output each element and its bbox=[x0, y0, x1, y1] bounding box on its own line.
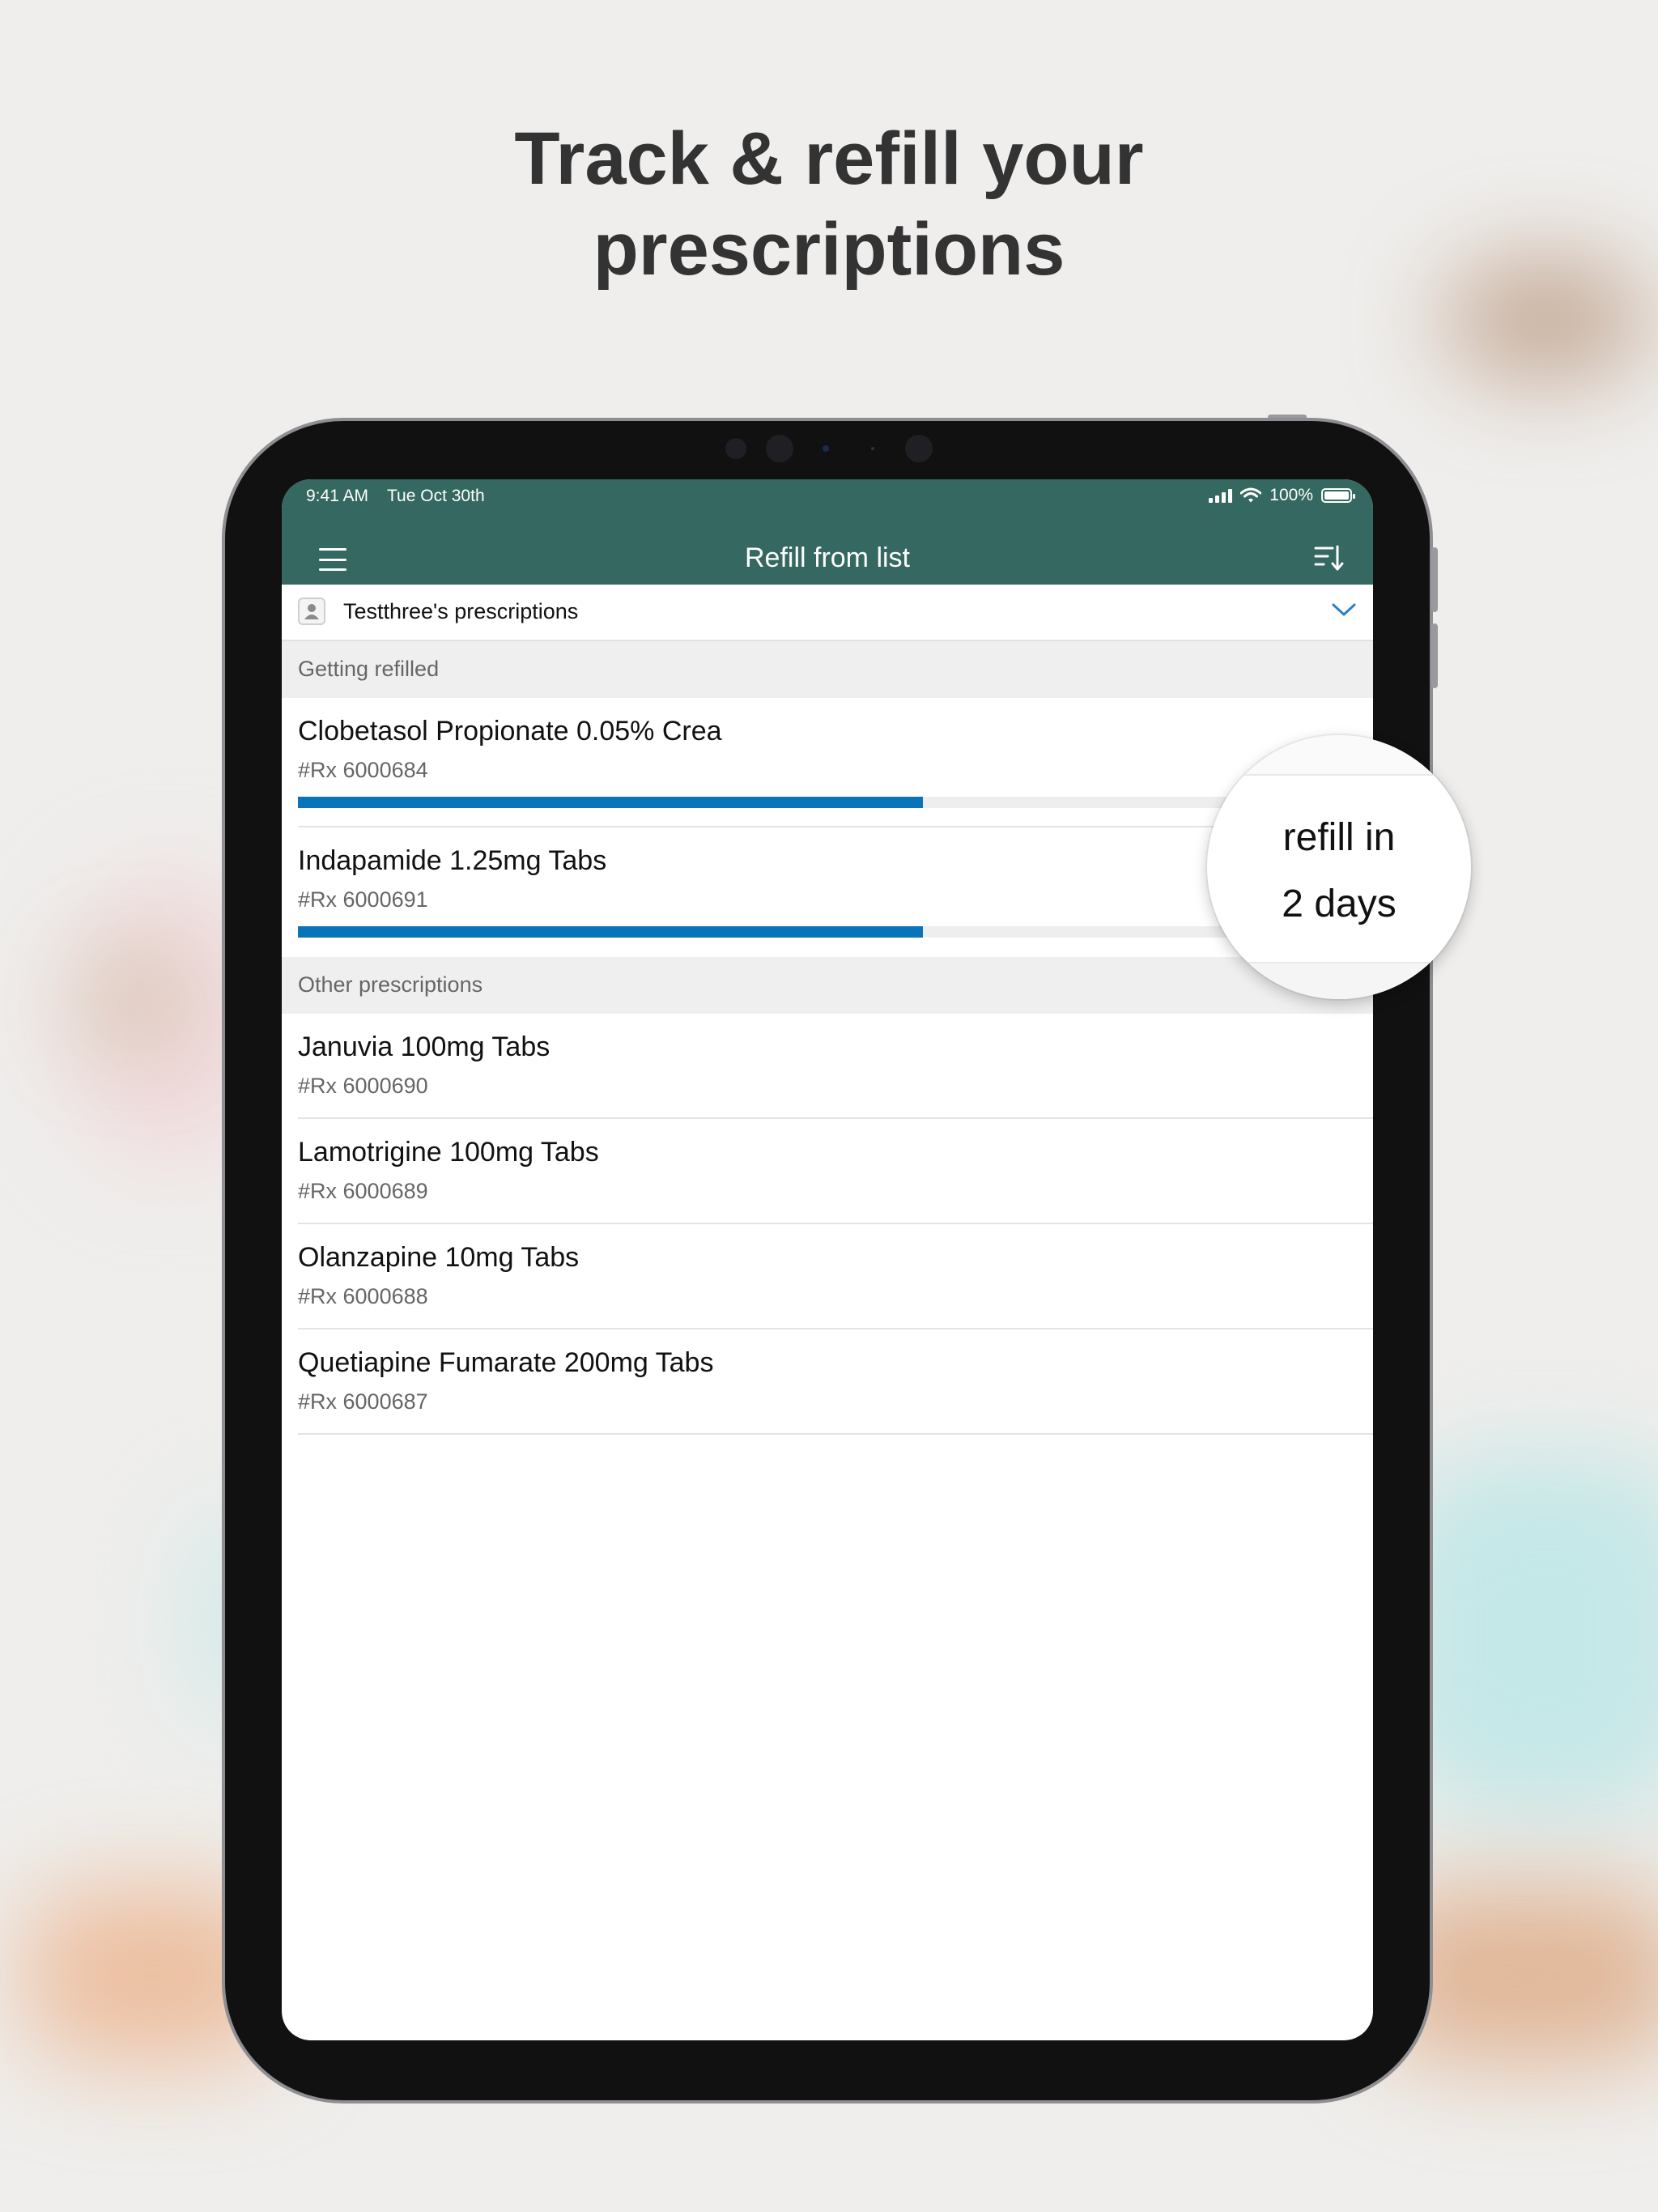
prescription-name: Clobetasol Propionate 0.05% Crea bbox=[298, 716, 722, 747]
prescription-name: Januvia 100mg Tabs bbox=[298, 1032, 551, 1062]
cellular-signal-icon bbox=[1209, 488, 1233, 503]
prescription-row[interactable]: Olanzapine 10mg Tabs #Rx 6000688 bbox=[282, 1224, 1373, 1329]
prescription-name: Quetiapine Fumarate 200mg Tabs bbox=[298, 1347, 714, 1378]
prescription-row[interactable]: Quetiapine Fumarate 200mg Tabs #Rx 60006… bbox=[282, 1329, 1373, 1435]
battery-icon bbox=[1321, 488, 1355, 503]
status-time: 9:41 AM bbox=[306, 487, 369, 505]
prescription-name: Olanzapine 10mg Tabs bbox=[298, 1242, 580, 1273]
callout-line-1: refill in bbox=[1282, 816, 1396, 859]
person-icon bbox=[298, 598, 325, 625]
camera-lens-icon bbox=[823, 445, 829, 452]
sort-icon[interactable] bbox=[1313, 542, 1344, 573]
prescription-number: #Rx 6000684 bbox=[298, 758, 428, 782]
headline-line-2: prescriptions bbox=[593, 208, 1065, 291]
section-header-getting-refilled: Getting refilled bbox=[282, 641, 1373, 698]
prescription-number: #Rx 6000690 bbox=[298, 1074, 428, 1098]
device-volume-down-button bbox=[1431, 623, 1438, 688]
device-volume-up-button bbox=[1431, 547, 1438, 612]
camera-sensor-icon bbox=[766, 435, 793, 462]
status-date: Tue Oct 30th bbox=[387, 487, 485, 505]
prescription-number: #Rx 6000689 bbox=[298, 1179, 428, 1203]
background-blur-olive bbox=[89, 963, 178, 1036]
wifi-icon bbox=[1240, 487, 1262, 503]
prescription-row[interactable]: Lamotrigine 100mg Tabs #Rx 6000689 bbox=[282, 1119, 1373, 1224]
tablet-screen: 9:41 AM Tue Oct 30th 100% Refill from li… bbox=[282, 479, 1373, 2040]
refill-progress-bar bbox=[298, 797, 1357, 808]
profile-selector[interactable]: Testthree's prescriptions bbox=[282, 585, 1373, 641]
row-divider bbox=[298, 1433, 1373, 1435]
prescription-number: #Rx 6000691 bbox=[298, 887, 428, 912]
refill-progress-fill bbox=[298, 926, 923, 938]
callout-line-2: 2 days bbox=[1282, 883, 1397, 925]
camera-sensor-icon bbox=[725, 438, 746, 459]
chevron-down-icon[interactable] bbox=[1331, 601, 1357, 619]
marketing-headline: Track & refill your prescriptions bbox=[0, 113, 1658, 295]
refill-countdown-text: refill in 2 days bbox=[1207, 805, 1471, 938]
battery-percent: 100% bbox=[1269, 486, 1313, 504]
prescription-row[interactable]: Januvia 100mg Tabs #Rx 6000690 bbox=[282, 1014, 1373, 1119]
camera-sensor-icon bbox=[905, 435, 933, 462]
prescription-name: Indapamide 1.25mg Tabs bbox=[298, 845, 607, 876]
status-bar: 9:41 AM Tue Oct 30th 100% bbox=[282, 479, 1373, 521]
camera-sensor-icon bbox=[871, 447, 874, 450]
refill-progress-bar bbox=[298, 926, 1357, 938]
status-indicators: 100% bbox=[1209, 486, 1355, 505]
refill-countdown-callout: refill in 2 days bbox=[1207, 735, 1471, 999]
profile-selector-label: Testthree's prescriptions bbox=[343, 599, 579, 623]
prescription-number: #Rx 6000687 bbox=[298, 1389, 428, 1414]
page-title: Refill from list bbox=[744, 542, 911, 573]
refill-progress-fill bbox=[298, 797, 923, 808]
headline-line-1: Track & refill your bbox=[514, 117, 1144, 200]
prescription-name: Lamotrigine 100mg Tabs bbox=[298, 1137, 599, 1168]
prescription-number: #Rx 6000688 bbox=[298, 1284, 428, 1308]
